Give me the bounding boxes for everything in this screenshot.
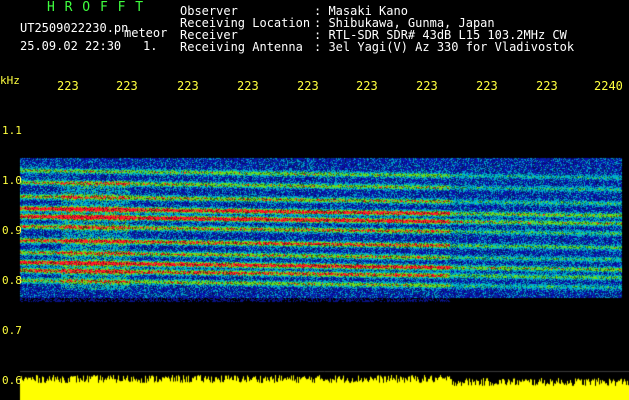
spectrogram-waterfall xyxy=(0,0,629,400)
freq-tick: 0.7 xyxy=(2,324,22,337)
category-tag: meteor xyxy=(124,26,168,40)
time-tick: 223 xyxy=(416,79,438,93)
time-tick: 223 xyxy=(116,79,138,93)
time-tick: 223 xyxy=(237,79,259,93)
time-tick: 223 xyxy=(476,79,498,93)
filename-label: UT2509022230.pn xyxy=(20,21,129,35)
index-label: 1. xyxy=(143,39,158,53)
freq-tick: 0.6 xyxy=(2,374,22,387)
time-tick: 223 xyxy=(177,79,199,93)
info-label-antenna: Receiving Antenna xyxy=(180,40,303,54)
info-value-antenna: : 3el Yagi(V) Az 330 for Vladivostok xyxy=(314,40,575,54)
time-tick: 223 xyxy=(536,79,558,93)
brand-title: H R O F F T xyxy=(47,0,145,15)
time-tick: 223 xyxy=(57,79,79,93)
freq-tick: 0.9 xyxy=(2,224,22,237)
time-tick: 223 xyxy=(356,79,378,93)
time-tick: 2240 xyxy=(594,79,623,93)
datetime-label: 25.09.02 22:30 xyxy=(20,39,122,53)
frequency-unit-label: kHz xyxy=(0,74,20,87)
freq-tick: 0.8 xyxy=(2,274,22,287)
time-tick: 223 xyxy=(297,79,319,93)
freq-tick: 1.0 xyxy=(2,174,22,187)
freq-tick: 1.1 xyxy=(2,124,22,137)
